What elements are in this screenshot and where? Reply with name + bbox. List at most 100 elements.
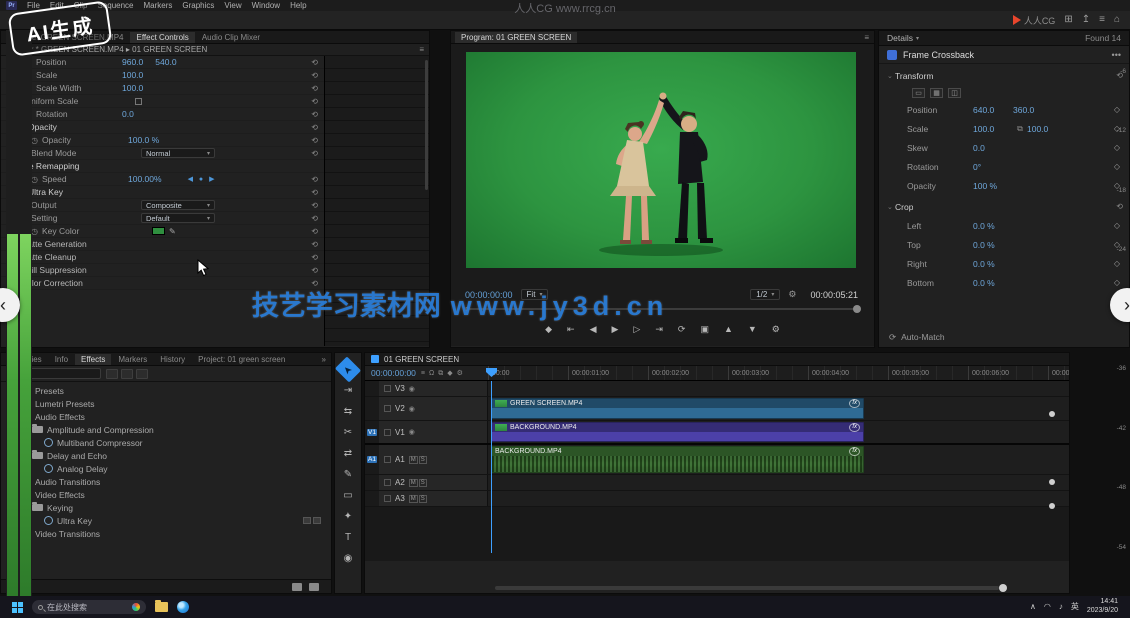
track-label[interactable]: V3	[395, 384, 405, 393]
pen-tool[interactable]: ✎	[338, 466, 358, 483]
key-color-swatch[interactable]	[152, 227, 165, 235]
filter-accelerated-icon[interactable]	[106, 369, 118, 379]
type-tool[interactable]: T	[338, 529, 358, 546]
current-timecode[interactable]: 00:00:00:00	[465, 290, 513, 300]
property-value[interactable]: 0.0	[122, 109, 134, 119]
add-marker-icon[interactable]: ◆	[447, 370, 452, 377]
checkbox[interactable]	[135, 98, 142, 105]
reset-icon[interactable]: ⟲	[311, 201, 318, 210]
timeline-zoom-handle[interactable]	[999, 584, 1007, 592]
stopwatch-icon[interactable]: ◷	[31, 175, 42, 184]
source-patch-cell[interactable]	[365, 381, 379, 396]
reset-icon[interactable]: ⟲	[311, 84, 318, 93]
filter-yuv-icon[interactable]	[136, 369, 148, 379]
playhead-line[interactable]	[491, 381, 492, 553]
share-icon[interactable]: ↥	[1082, 15, 1090, 25]
hand-tool[interactable]: ✦	[338, 508, 358, 525]
zoom-level-dropdown[interactable]: Fit▾	[521, 289, 549, 300]
timeline-ruler[interactable]: 00:0000:00:01:0000:00:02:0000:00:03:0000…	[488, 366, 1069, 380]
tree-item[interactable]: ▾ Audio Effects	[1, 410, 331, 423]
timeline-clip[interactable]: BACKGROUND.MP4 fx	[491, 446, 864, 473]
reset-icon[interactable]: ⟲	[311, 71, 318, 80]
track-label[interactable]: V1	[395, 428, 405, 437]
details-tab[interactable]: Details	[887, 33, 913, 43]
menu-item[interactable]: Help	[290, 1, 306, 10]
slip-tool[interactable]: ⇄	[338, 445, 358, 462]
tab-overflow-icon[interactable]: »	[322, 355, 331, 364]
property-row[interactable]: ▭ ▦ ◫ Scale 100.0 ⧉ 100.0 ◇ ⟲	[879, 119, 1129, 138]
property-value-2[interactable]: 360.0	[1013, 105, 1053, 115]
razor-tool[interactable]: ✂	[338, 424, 358, 441]
source-patch-label[interactable]: V1	[367, 429, 377, 436]
property-dropdown[interactable]: Composite▾	[141, 200, 215, 210]
timeline-empty-area[interactable]	[365, 507, 1069, 561]
tree-item[interactable]: Multiband Compressor	[1, 436, 331, 449]
property-value[interactable]: 0.0 %	[973, 259, 1013, 269]
reset-icon[interactable]: ⟲	[311, 227, 318, 236]
track-label[interactable]: A2	[395, 478, 405, 487]
reset-icon[interactable]: ⟲	[311, 188, 318, 197]
track-scroll-knob[interactable]	[1049, 479, 1055, 485]
effect-row[interactable]: › fx ◷ Scale Width 100.0 ▾ ✎ ◀ ● ▶ ⟲	[1, 82, 324, 95]
timeline-horizontal-scrollbar[interactable]	[495, 586, 999, 590]
tree-item[interactable]: Analog Delay	[1, 462, 331, 475]
mute-solo-toggles[interactable]: MS	[409, 495, 427, 503]
sequence-menu-icon[interactable]: ≡	[421, 370, 425, 377]
track-scroll-knob[interactable]	[1049, 503, 1055, 509]
track-header[interactable]: A3 ◉ MS	[379, 491, 488, 506]
effect-row[interactable]: fx ◷ Setting Default▾ ✎ ◀ ● ▶ ⟲	[1, 212, 324, 225]
reset-icon[interactable]: ⟲	[311, 253, 318, 262]
effect-row[interactable]: fx ◷ Key Color ▾ ✎ ◀ ● ▶ ⟲	[1, 225, 324, 238]
go-to-out-icon[interactable]: ⇥	[655, 325, 663, 334]
sequence-tab[interactable]: 01 GREEN SCREEN	[384, 355, 459, 364]
go-to-in-icon[interactable]: ⇤	[567, 325, 575, 334]
timeline-clip[interactable]: BACKGROUND.MP4 fx	[491, 422, 864, 442]
reset-icon[interactable]: ⟲	[311, 149, 318, 158]
effect-row[interactable]: › fx ◷ Color Correction ▾ ✎ ◀ ● ▶ ⟲	[1, 277, 324, 290]
property-value[interactable]: 100.0	[122, 83, 143, 93]
timeline-clip[interactable]: GREEN SCREEN.MP4 fx	[491, 398, 864, 419]
property-row[interactable]: ▭ ▦ ◫ Opacity 100 % ⧉ ◇ ⟲	[879, 176, 1129, 195]
property-value-2[interactable]: 100.0	[1027, 124, 1067, 134]
twirl-icon[interactable]: ⌄	[887, 72, 895, 80]
property-value[interactable]: 100 %	[973, 181, 1013, 191]
delete-icon[interactable]	[309, 583, 319, 591]
source-patch-label[interactable]: A1	[367, 456, 377, 463]
track-output-toggle-icon[interactable]: ◉	[409, 428, 415, 436]
property-row[interactable]: ▭ ▦ ◫ Right 0.0 % ⧉ ◇ ⟲	[879, 254, 1129, 273]
property-value[interactable]: 100.0	[122, 70, 143, 80]
track-lock-icon[interactable]	[384, 479, 391, 486]
menu-item[interactable]: Graphics	[182, 1, 214, 10]
track-label[interactable]: A3	[395, 494, 405, 503]
filter-32bit-icon[interactable]	[121, 369, 133, 379]
property-dropdown[interactable]: Default▾	[141, 213, 215, 223]
track-lock-icon[interactable]	[384, 495, 391, 502]
extract-icon[interactable]: ▼	[748, 325, 757, 334]
keyframe-nav-icons[interactable]: ◀ ● ▶	[188, 175, 217, 183]
file-explorer-icon[interactable]	[155, 602, 168, 612]
tray-expand-icon[interactable]: ∧	[1030, 603, 1036, 611]
track-lock-icon[interactable]	[384, 385, 391, 392]
reset-icon[interactable]: ⟲	[311, 175, 318, 184]
mute-solo-toggles[interactable]: MS	[409, 479, 427, 487]
rectangle-tool[interactable]: ▭	[338, 487, 358, 504]
reset-icon[interactable]: ⟲	[311, 240, 318, 249]
ripple-edit-tool[interactable]: ⇆	[338, 403, 358, 420]
track-header[interactable]: V2 ◉ MS	[379, 397, 488, 420]
track-output-toggle-icon[interactable]: ◉	[409, 385, 415, 393]
source-patch-cell[interactable]	[365, 397, 379, 420]
track-lane[interactable]: fx	[488, 475, 1069, 490]
selection-tool[interactable]: ➤	[335, 356, 361, 382]
effect-row[interactable]: › fx ◷ Position 960.0 540.0 ▾ ✎ ◀ ● ▶ ⟲	[1, 56, 324, 69]
effect-row[interactable]: ⌄ fx ◷ Ultra Key ▾ ✎ ◀ ● ▶ ⟲	[1, 186, 324, 199]
start-button[interactable]	[12, 602, 23, 613]
property-value[interactable]: 100.00%	[128, 174, 162, 184]
track-output-toggle-icon[interactable]: ◉	[409, 405, 415, 413]
source-patch-cell[interactable]	[365, 475, 379, 490]
tree-item[interactable]: ▾ Keying	[1, 501, 331, 514]
reset-icon[interactable]: ⟲	[311, 110, 318, 119]
video-preview[interactable]	[466, 52, 856, 268]
track-header[interactable]: V1 ◉ MS	[379, 421, 488, 443]
tree-item[interactable]: ▸ Presets	[1, 384, 331, 397]
tree-item[interactable]: Ultra Key	[1, 514, 331, 527]
